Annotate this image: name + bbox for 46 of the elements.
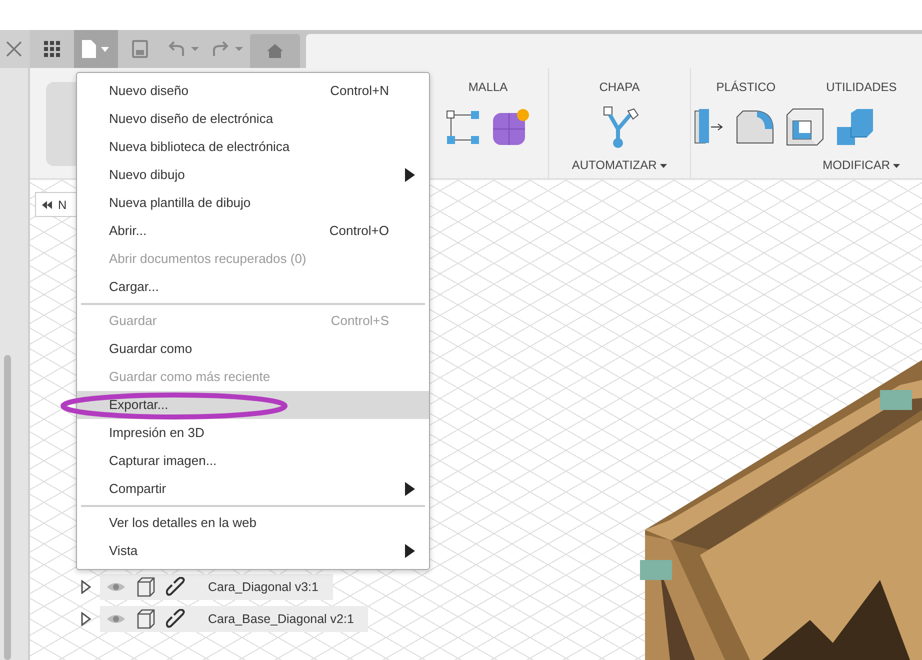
- submenu-arrow-icon[interactable]: [405, 544, 415, 558]
- sketch-rectangle-icon[interactable]: [445, 108, 481, 146]
- undo-icon: [167, 40, 201, 58]
- ribbon-tab[interactable]: UTILIDADES: [822, 76, 901, 98]
- menu-item[interactable]: Abrir... Control+O: [77, 217, 429, 245]
- caret-icon[interactable]: [660, 164, 668, 168]
- combine-icon[interactable]: [835, 107, 875, 147]
- link-icon[interactable]: [166, 577, 186, 597]
- caret-icon[interactable]: [893, 164, 900, 168]
- menu-item[interactable]: Compartir: [77, 475, 429, 503]
- ribbon-tab[interactable]: PLÁSTICO: [712, 76, 780, 98]
- tree-item[interactable]: Cara_Base_Diagonal v2:1: [100, 606, 368, 632]
- component-name: Cara_Diagonal v3:1: [208, 578, 318, 596]
- close-icon[interactable]: [5, 40, 23, 58]
- menu-item[interactable]: Nueva biblioteca de electrónica: [77, 133, 429, 161]
- link-icon[interactable]: [166, 609, 186, 629]
- component-name: Cara_Base_Diagonal v2:1: [208, 610, 354, 628]
- mesh-cube-icon[interactable]: [491, 107, 531, 147]
- cube-icon[interactable]: [136, 576, 156, 598]
- menu-item[interactable]: Ver los detalles en la web: [77, 509, 429, 537]
- cube-icon[interactable]: [136, 608, 156, 630]
- menu-item[interactable]: Cargar...: [77, 273, 429, 301]
- menu-item[interactable]: Impresión en 3D: [77, 419, 429, 447]
- menu-item[interactable]: Guardar como: [77, 335, 429, 363]
- document-icon: [81, 39, 111, 59]
- group-dropdown[interactable]: AUTOMATIZAR: [570, 156, 670, 174]
- ribbon-tab[interactable]: CHAPA: [595, 76, 644, 98]
- menu-item[interactable]: Nuevo diseño de electrónica: [77, 105, 429, 133]
- menu-item[interactable]: Nuevo diseño Control+N: [77, 77, 429, 105]
- menu-item[interactable]: Capturar imagen...: [77, 447, 429, 475]
- submenu-arrow-icon[interactable]: [405, 482, 415, 496]
- menu-item[interactable]: Vista: [77, 537, 429, 565]
- submenu-arrow-icon[interactable]: [405, 168, 415, 182]
- expand-arrow-icon[interactable]: [80, 580, 92, 594]
- tree-item[interactable]: Cara_Diagonal v3:1: [100, 574, 332, 600]
- scrollbar[interactable]: [4, 355, 11, 660]
- expand-arrow-icon[interactable]: [80, 612, 92, 626]
- grid-icon: [44, 41, 60, 57]
- collapse-icon[interactable]: [42, 200, 52, 208]
- group-dropdown[interactable]: MODIFICAR: [820, 156, 902, 174]
- redo-icon: [211, 40, 245, 58]
- menu-item[interactable]: Nueva plantilla de dibujo: [77, 189, 429, 217]
- shell-icon[interactable]: [785, 107, 825, 147]
- house-icon: [266, 43, 284, 59]
- browser-title: N: [58, 196, 67, 214]
- ribbon-tab[interactable]: MALLA: [464, 76, 512, 98]
